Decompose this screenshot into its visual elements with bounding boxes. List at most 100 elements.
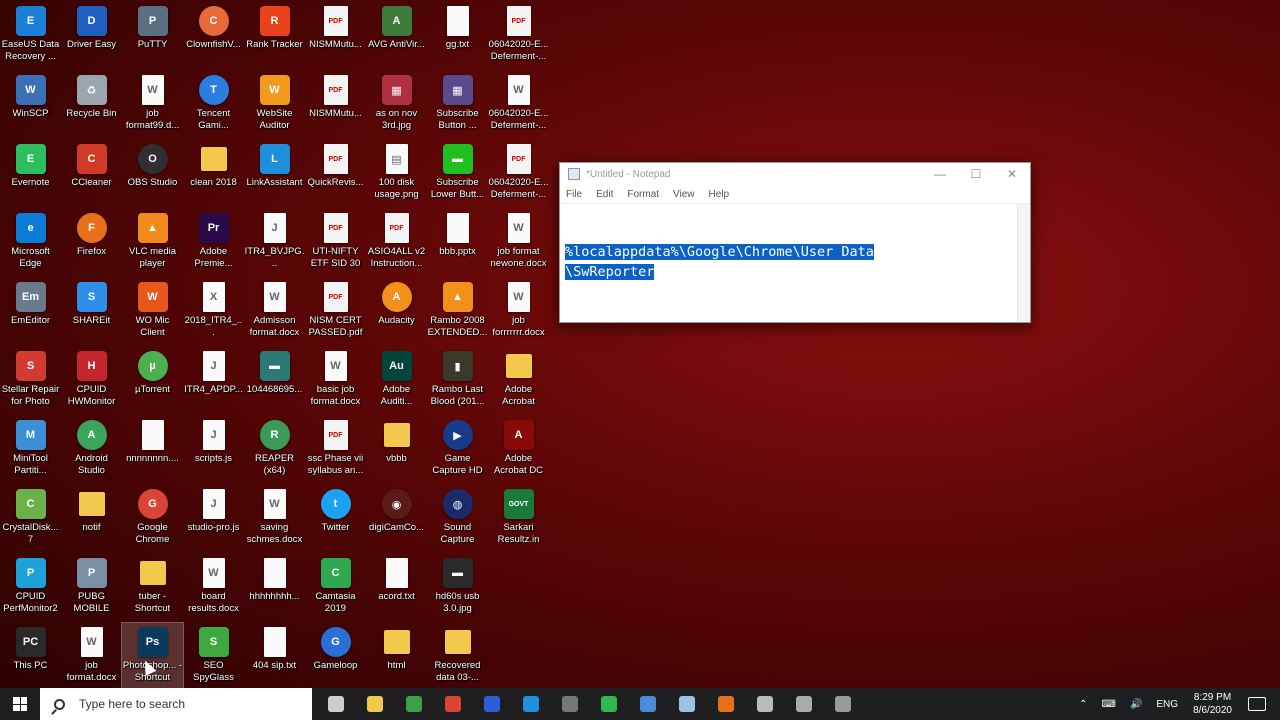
desktop-icon-shareit[interactable]: S SHAREit: [61, 278, 122, 347]
taskbar-task-view-button[interactable]: [316, 688, 355, 720]
notepad-text-area[interactable]: %localappdata%\Google\Chrome\User Data \…: [560, 203, 1030, 322]
desktop-icon-job-format99[interactable]: Wjob format99.d...: [122, 71, 183, 140]
desktop-icon-itr4-apdp[interactable]: J ITR4_APDP...: [183, 347, 244, 416]
desktop-icon-nism-mutu-1[interactable]: PDF NISMMutu...: [305, 2, 366, 71]
desktop-icon-admission-format[interactable]: W Admisson format.docx: [244, 278, 305, 347]
desktop-icon-saving-schmes[interactable]: Wsaving schmes.docx: [244, 485, 305, 554]
keyboard-icon[interactable]: ⌨: [1102, 699, 1116, 710]
volume-icon[interactable]: 🔊: [1130, 699, 1142, 710]
start-button[interactable]: [0, 688, 40, 720]
desktop-icon-nnnnnnnn[interactable]: nnnnnnnn....: [122, 416, 183, 485]
tray-overflow-chevron-icon[interactable]: ⌃: [1079, 699, 1087, 710]
desktop-icon-chrome[interactable]: G Google Chrome: [122, 485, 183, 554]
desktop-icon-acrobat-dc[interactable]: A Adobe Acrobat DC: [488, 416, 549, 485]
desktop-icon-job-format-docx[interactable]: Wjob format.docx: [61, 623, 122, 692]
desktop-icon-digicam[interactable]: ◉ digiCamCo...: [366, 485, 427, 554]
desktop-icon-bbb-pptx[interactable]: bbb.pptx: [427, 209, 488, 278]
desktop-icon-recovered-data[interactable]: Recovered data 03-...: [427, 623, 488, 692]
taskbar-app-8-button[interactable]: [628, 688, 667, 720]
desktop-icon-rank-tracker[interactable]: R Rank Tracker: [244, 2, 305, 71]
desktop-icon-android-studio[interactable]: A Android Studio: [61, 416, 122, 485]
desktop-icon-twitter[interactable]: t Twitter: [305, 485, 366, 554]
notepad-content[interactable]: %localappdata%\Google\Chrome\User Data \…: [565, 242, 874, 282]
desktop-icon-clownfish[interactable]: C ClownfishV...: [183, 2, 244, 71]
desktop-icon-stellar[interactable]: S Stellar Repair for Photo: [0, 347, 61, 416]
desktop-icon-crystaldisk[interactable]: C CrystalDisk... 7: [0, 485, 61, 554]
desktop-icon-gg-txt[interactable]: gg.txt: [427, 2, 488, 71]
language-indicator[interactable]: ENG: [1156, 699, 1178, 710]
desktop-icon-file-104468695[interactable]: ▬ 104468695...: [244, 347, 305, 416]
desktop-icon-hd60s[interactable]: ▬ hd60s usb 3.0.jpg: [427, 554, 488, 623]
notepad-window[interactable]: *Untitled - Notepad — ☐ ✕ File Edit Form…: [559, 162, 1031, 323]
desktop-icon-perfmonitor[interactable]: P CPUID PerfMonitor2: [0, 554, 61, 623]
desktop-icon-game-capture[interactable]: ▶ Game Capture HD: [427, 416, 488, 485]
desktop-icon-linkassistant[interactable]: L LinkAssistant: [244, 140, 305, 209]
desktop-icon-adobe-acrobat[interactable]: Adobe Acrobat: [488, 347, 549, 416]
menu-view[interactable]: View: [673, 189, 695, 200]
desktop-icon-reaper[interactable]: R REAPER (x64): [244, 416, 305, 485]
desktop-icon-firefox[interactable]: F Firefox: [61, 209, 122, 278]
desktop-icon-nism-mutu-2[interactable]: PDF NISMMutu...: [305, 71, 366, 140]
desktop-icon-minitool[interactable]: M MiniTool Partiti...: [0, 416, 61, 485]
desktop-icon-uti-nifty[interactable]: PDF UTI-NIFTY ETF SID 30 ...: [305, 209, 366, 278]
desktop-icon-asio4all[interactable]: PDF ASIO4ALL v2 Instruction...: [366, 209, 427, 278]
desktop-icon-404-sip-txt[interactable]: 404 sip.txt: [244, 623, 305, 692]
desktop-icon-this-pc[interactable]: PC This PC: [0, 623, 61, 692]
desktop-icon-utorrent[interactable]: µ µTorrent: [122, 347, 183, 416]
desktop-icon-itr4-2018[interactable]: X 2018_ITR4_...: [183, 278, 244, 347]
taskbar-firefox-button[interactable]: [706, 688, 745, 720]
desktop-icon-winscp[interactable]: W WinSCP: [0, 71, 61, 140]
desktop-icon-deferment-3[interactable]: PDF 06042020-E... Deferment-...: [488, 140, 549, 209]
desktop-icon-tuber-shortcut[interactable]: tuber - Shortcut: [122, 554, 183, 623]
clock[interactable]: 8:29 PM 8/6/2020: [1193, 691, 1232, 717]
desktop-icon-pubg[interactable]: P PUBG MOBILE: [61, 554, 122, 623]
desktop-icon-studio-pro-js[interactable]: Jstudio-pro.js: [183, 485, 244, 554]
desktop-icon-hhhhhhhh[interactable]: hhhhhhhh...: [244, 554, 305, 623]
desktop-icon-scripts-js[interactable]: Jscripts.js: [183, 416, 244, 485]
desktop-icon-recycle-bin[interactable]: ♻ Recycle Bin: [61, 71, 122, 140]
desktop-icon-emeditor[interactable]: Em EmEditor: [0, 278, 61, 347]
desktop-icon-rambo-2008[interactable]: ▲ Rambo 2008 EXTENDED...: [427, 278, 488, 347]
desktop-icon-seo-spyglass[interactable]: S SEO SpyGlass: [183, 623, 244, 692]
desktop-icon-job-format-newone[interactable]: Wjob format newone.docx: [488, 209, 549, 278]
desktop-icon-obs[interactable]: O OBS Studio: [122, 140, 183, 209]
desktop-icon-subscribe-lower[interactable]: ▬ Subscribe Lower Butt...: [427, 140, 488, 209]
desktop-icon-basic-job-format[interactable]: Wbasic job format.docx: [305, 347, 366, 416]
desktop-icon-disk-usage[interactable]: ▤ 100 disk usage.png: [366, 140, 427, 209]
taskbar-app-13-button[interactable]: [823, 688, 862, 720]
desktop-icon-job-forrrrrrr[interactable]: Wjob forrrrrrr.docx: [488, 278, 549, 347]
desktop-icon-board-results[interactable]: Wboard results.docx: [183, 554, 244, 623]
taskbar-app-11-button[interactable]: [745, 688, 784, 720]
desktop-icon-deferment-1[interactable]: PDF 06042020-E... Deferment-...: [488, 2, 549, 71]
desktop-icon-subscribe-button[interactable]: ▦ Subscribe Button ...: [427, 71, 488, 140]
desktop-icon-avg[interactable]: A AVG AntiVir...: [366, 2, 427, 71]
desktop-icon-vbbb[interactable]: vbbb: [366, 416, 427, 485]
notepad-scrollbar[interactable]: [1017, 204, 1030, 322]
desktop-icon-as-on-nov[interactable]: ▦ as on nov 3rd.jpg: [366, 71, 427, 140]
desktop-icon-audition[interactable]: Au Adobe Auditi...: [366, 347, 427, 416]
taskbar-chrome-button[interactable]: [433, 688, 472, 720]
taskbar-file-explorer-button[interactable]: [355, 688, 394, 720]
menu-format[interactable]: Format: [627, 189, 659, 200]
desktop-icon-clean-2018[interactable]: clean 2018: [183, 140, 244, 209]
desktop-icon-sound-capture[interactable]: ◍ Sound Capture: [427, 485, 488, 554]
menu-edit[interactable]: Edit: [596, 189, 613, 200]
desktop-icon-quickrevis[interactable]: PDF QuickRevis...: [305, 140, 366, 209]
desktop-icon-premiere[interactable]: Pr Adobe Premie...: [183, 209, 244, 278]
desktop-icon-deferment-2[interactable]: W 06042020-E... Deferment-...: [488, 71, 549, 140]
menu-help[interactable]: Help: [709, 189, 730, 200]
desktop-icon-itr4-bvjpg[interactable]: J ITR4_BVJPG...: [244, 209, 305, 278]
desktop-icon-gameloop[interactable]: G Gameloop: [305, 623, 366, 692]
notification-center-icon[interactable]: [1248, 697, 1266, 711]
desktop-icon-evernote[interactable]: E Evernote: [0, 140, 61, 209]
maximize-button[interactable]: ☐: [958, 163, 994, 185]
desktop-icon-acord-txt[interactable]: acord.txt: [366, 554, 427, 623]
taskbar-app-4-button[interactable]: [472, 688, 511, 720]
desktop-icon-putty[interactable]: P PuTTY: [122, 2, 183, 71]
desktop-icon-ssc-phase[interactable]: PDF ssc Phase vii syllabus an...: [305, 416, 366, 485]
minimize-button[interactable]: —: [922, 163, 958, 185]
taskbar-app-2-button[interactable]: [394, 688, 433, 720]
taskbar-search-box[interactable]: Type here to search: [40, 688, 312, 720]
desktop-icon-photoshop-shortcut[interactable]: Ps Photoshop... - Shortcut: [121, 622, 184, 693]
desktop-icon-womic[interactable]: W WO Mic Client: [122, 278, 183, 347]
